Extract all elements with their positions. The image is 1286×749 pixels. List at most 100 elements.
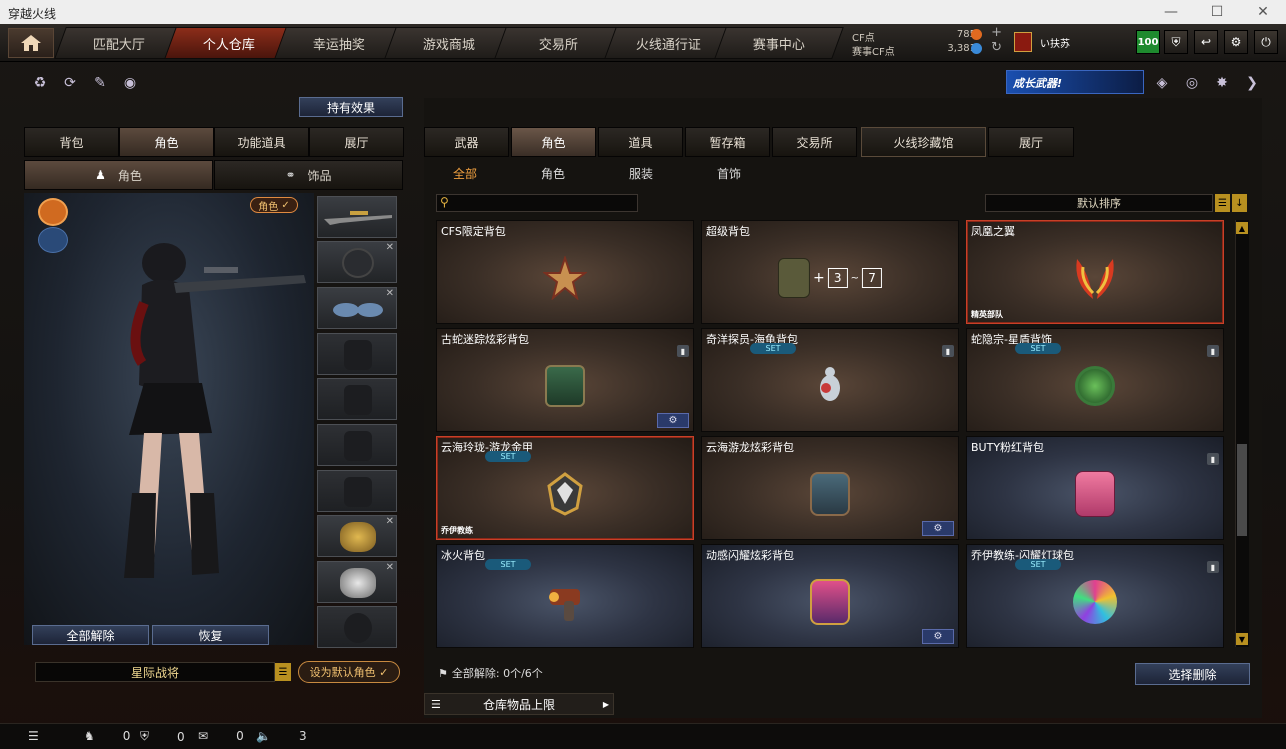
remove-all-button[interactable]: 全部解除 bbox=[32, 625, 149, 645]
item-card[interactable]: 云海游龙炫彩背包 ⚙ bbox=[701, 436, 959, 540]
effects-button[interactable]: 持有效果 bbox=[299, 97, 403, 117]
category-weapons[interactable]: 武器 bbox=[424, 127, 509, 157]
filter-clothing[interactable]: 服装 bbox=[616, 164, 666, 182]
scroll-thumb[interactable] bbox=[1237, 444, 1247, 536]
tab-function-items[interactable]: 功能道具 bbox=[214, 127, 309, 157]
minimize-icon[interactable]: — bbox=[1148, 0, 1194, 24]
nav-tab-event-center[interactable]: 赛事中心 bbox=[714, 27, 844, 59]
close-icon[interactable]: ✕ bbox=[1240, 0, 1286, 24]
nav-tab-game-store[interactable]: 游戏商城 bbox=[384, 27, 514, 59]
badge-icon[interactable]: ◈ bbox=[1152, 73, 1172, 93]
restore-button[interactable]: 恢复 bbox=[152, 625, 269, 645]
emblem-icon[interactable]: ✸ bbox=[1212, 73, 1232, 93]
subtab-character[interactable]: ♟ 角色 bbox=[24, 160, 213, 190]
equip-slot-pet-gold[interactable]: ✕ bbox=[317, 515, 397, 557]
gear-icon[interactable]: ⚙ bbox=[1224, 30, 1248, 54]
equip-slot-extra[interactable] bbox=[317, 606, 397, 648]
home-button[interactable] bbox=[8, 28, 54, 58]
item-card[interactable]: 古蛇迷踪炫彩背包 ▮ ⚙ bbox=[436, 328, 694, 432]
nav-tab-personal-storage[interactable]: 个人仓库 bbox=[164, 27, 294, 59]
equip-slot-vest[interactable] bbox=[317, 424, 397, 466]
nav-tab-exchange[interactable]: 交易所 bbox=[494, 27, 624, 59]
unequip-icon[interactable]: ✕ bbox=[386, 516, 394, 527]
customize-gear-icon[interactable]: ⚙ bbox=[922, 521, 954, 536]
pose-icon[interactable]: ✎ bbox=[90, 73, 110, 93]
scroll-up-icon[interactable]: ▲ bbox=[1236, 222, 1248, 234]
category-exchange[interactable]: 交易所 bbox=[772, 127, 857, 157]
nav-tab-lucky-draw[interactable]: 幸运抽奖 bbox=[274, 27, 404, 59]
category-characters[interactable]: 角色 bbox=[511, 127, 596, 157]
nav-tab-battle-pass[interactable]: 火线通行证 bbox=[604, 27, 734, 59]
sort-order-icon[interactable]: ↓ bbox=[1232, 194, 1247, 212]
wolf-icon[interactable]: ❯ bbox=[1242, 73, 1262, 93]
category-showroom[interactable]: 展厅 bbox=[988, 127, 1074, 157]
unequip-icon[interactable]: ✕ bbox=[386, 562, 394, 573]
category-collection-hall[interactable]: 火线珍藏馆 bbox=[861, 127, 986, 157]
character-preview[interactable]: 角色 ✓ 全部解除 恢复 bbox=[24, 193, 314, 645]
search-input[interactable] bbox=[455, 196, 635, 210]
equip-slot-helmet[interactable]: ✕ bbox=[317, 241, 397, 283]
nav-tab-match-lobby[interactable]: 匹配大厅 bbox=[54, 27, 184, 59]
item-card[interactable]: 凤凰之翼 精英部队 bbox=[966, 220, 1224, 324]
item-card[interactable]: 乔伊教练-闪耀灯球包 SET ▮ bbox=[966, 544, 1224, 648]
lock-icon[interactable]: ▮ bbox=[677, 345, 689, 357]
menu-icon[interactable]: ☰ bbox=[28, 729, 39, 743]
scrollbar[interactable] bbox=[1235, 220, 1249, 647]
customize-gear-icon[interactable]: ⚙ bbox=[657, 413, 689, 428]
player-info[interactable]: い扶苏 bbox=[1014, 30, 1124, 54]
lock-icon[interactable]: ▮ bbox=[942, 345, 954, 357]
equip-slot-pet-silver[interactable]: ✕ bbox=[317, 561, 397, 603]
tab-character[interactable]: 角色 bbox=[119, 127, 214, 157]
rotate-icon[interactable]: ⟳ bbox=[60, 73, 80, 93]
item-card[interactable]: BUTY粉红背包 ▮ bbox=[966, 436, 1224, 540]
list-icon[interactable]: ☰ bbox=[275, 663, 291, 681]
equip-slot-body[interactable] bbox=[317, 333, 397, 375]
item-card[interactable]: CFS限定背包 bbox=[436, 220, 694, 324]
item-card[interactable]: 动感闪耀炫彩背包 ⚙ bbox=[701, 544, 959, 648]
lock-icon[interactable]: ▮ bbox=[1207, 345, 1219, 357]
grenade-icon[interactable]: ◉ bbox=[120, 73, 140, 93]
growth-weapon-banner[interactable]: 成长武器! bbox=[1006, 70, 1144, 94]
volume-status[interactable]: 🔈 3 bbox=[256, 729, 307, 743]
gift-icon[interactable]: ♻ bbox=[30, 73, 50, 93]
clan-status[interactable]: ⛨ 0 bbox=[140, 729, 185, 744]
list-view-icon[interactable]: ☰ bbox=[1215, 194, 1230, 212]
item-card[interactable]: 云海玲珑-游龙金甲 SET 乔伊教练 bbox=[436, 436, 694, 540]
equip-slot-weapon[interactable] bbox=[317, 196, 397, 238]
filter-all[interactable]: 全部 bbox=[440, 164, 490, 182]
lock-icon[interactable]: ▮ bbox=[1207, 453, 1219, 465]
tab-showroom[interactable]: 展厅 bbox=[309, 127, 404, 157]
character-name-field[interactable]: 星际战将 bbox=[35, 662, 275, 682]
equip-slot-pants[interactable] bbox=[317, 470, 397, 512]
item-card[interactable]: 奇洋探员-海龟背包 SET ▮ bbox=[701, 328, 959, 432]
item-card[interactable]: 超级背包 + 3 ~ 7 bbox=[701, 220, 959, 324]
friends-status[interactable]: ♞ 0 bbox=[84, 729, 130, 743]
subtab-accessories[interactable]: ⚭ 饰品 bbox=[214, 160, 403, 190]
maximize-icon[interactable]: ☐ bbox=[1194, 0, 1240, 24]
tab-backpack[interactable]: 背包 bbox=[24, 127, 119, 157]
scroll-down-icon[interactable]: ▼ bbox=[1236, 633, 1248, 645]
sort-dropdown[interactable]: 默认排序 bbox=[985, 194, 1213, 212]
filter-character[interactable]: 角色 bbox=[528, 164, 578, 182]
search-box[interactable]: ⚲ bbox=[436, 194, 638, 212]
unequip-icon[interactable]: ✕ bbox=[386, 242, 394, 253]
chat-status[interactable]: ✉ 0 bbox=[198, 729, 244, 743]
category-items[interactable]: 道具 bbox=[598, 127, 683, 157]
equip-slot-back[interactable] bbox=[317, 378, 397, 420]
lock-icon[interactable]: ▮ bbox=[1207, 561, 1219, 573]
power-icon[interactable]: ⏻ bbox=[1254, 30, 1278, 54]
item-card[interactable]: 蛇隐宗-星盾背饰 SET ▮ bbox=[966, 328, 1224, 432]
set-default-character-button[interactable]: 设为默认角色 ✓ bbox=[298, 661, 400, 683]
target-icon[interactable]: ◎ bbox=[1182, 73, 1202, 93]
customize-gear-icon[interactable]: ⚙ bbox=[922, 629, 954, 644]
equip-slot-glasses[interactable]: ✕ bbox=[317, 287, 397, 329]
return-icon[interactable]: ↩ bbox=[1194, 30, 1218, 54]
category-temp-box[interactable]: 暂存箱 bbox=[685, 127, 770, 157]
filter-accessories[interactable]: 首饰 bbox=[704, 164, 754, 182]
shield-icon[interactable]: ⛨ bbox=[1164, 30, 1188, 54]
storage-limit-button[interactable]: ☰ 仓库物品上限 ▶ bbox=[424, 693, 614, 715]
item-card[interactable]: 冰火背包 SET bbox=[436, 544, 694, 648]
select-delete-button[interactable]: 选择删除 bbox=[1135, 663, 1250, 685]
add-cf-icon[interactable]: + bbox=[991, 25, 1002, 40]
refresh-icon[interactable]: ↻ bbox=[991, 40, 1002, 55]
